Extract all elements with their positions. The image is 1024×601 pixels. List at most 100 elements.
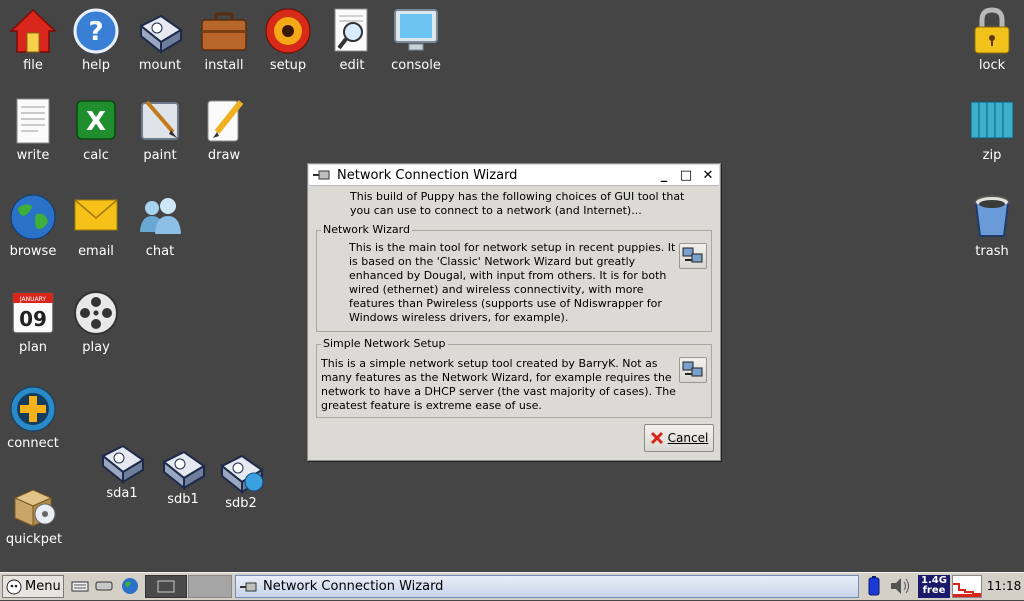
- svg-text:X: X: [86, 107, 106, 137]
- home-icon: [9, 8, 57, 53]
- network-wizard-button[interactable]: [679, 243, 707, 269]
- network-wizard-dialog: Network Connection Wizard _ □ ✕ This bui…: [307, 163, 721, 461]
- drive-icon: [162, 450, 206, 490]
- desktop-icon-plan[interactable]: JANUARY 09 plan: [0, 288, 66, 355]
- svg-text:?: ?: [88, 17, 103, 47]
- desktop-icon-quickpet[interactable]: quickpet: [1, 480, 67, 547]
- taskbar-window-button[interactable]: Network Connection Wizard: [235, 575, 859, 598]
- clock[interactable]: 11:18: [984, 575, 1024, 598]
- desktop-icon-trash[interactable]: trash: [959, 192, 1024, 259]
- simple-setup-description: This is a simple network setup tool crea…: [321, 357, 676, 412]
- memory-free-indicator: 1.4G free: [918, 575, 950, 598]
- tray-battery[interactable]: [866, 575, 882, 598]
- frame-legend: Network Wizard: [321, 223, 412, 236]
- maximize-icon[interactable]: □: [675, 168, 697, 183]
- simple-setup-button[interactable]: [679, 357, 707, 383]
- cancel-x-icon: [650, 431, 663, 445]
- desktop-icon-label: write: [16, 148, 50, 163]
- desktop-icon-label: help: [81, 58, 111, 73]
- desktop-icon-chat[interactable]: chat: [127, 192, 193, 259]
- calendar-icon: JANUARY 09: [12, 292, 54, 334]
- simple-setup-frame: Simple Network Setup This is a simple ne…: [316, 337, 712, 418]
- calendar-day: 09: [19, 307, 47, 331]
- desktop-icon-lock[interactable]: lock: [959, 6, 1024, 73]
- desktop-icon-install[interactable]: install: [191, 6, 257, 73]
- cancel-button[interactable]: Cancel: [644, 424, 714, 452]
- desktop-icon-label: sda1: [106, 486, 138, 501]
- quicklaunch-drive[interactable]: [94, 575, 114, 598]
- desktop-pager-1[interactable]: [145, 575, 187, 598]
- desktop-icon-paint[interactable]: paint: [127, 96, 193, 163]
- desktop-icon-label: sdb1: [167, 492, 199, 507]
- desktop-icon-label: connect: [7, 436, 59, 451]
- taskbar: Menu Network Connection Wizard 1.4G free…: [0, 572, 1024, 600]
- menu-button[interactable]: Menu: [2, 575, 64, 598]
- lock-icon: [974, 7, 1010, 54]
- dialog-title: Network Connection Wizard: [337, 167, 518, 183]
- desktop-icon-calc[interactable]: X calc: [63, 96, 129, 163]
- desktop-icon-label: plan: [18, 340, 48, 355]
- desktop-icon-label: paint: [143, 148, 177, 163]
- cancel-label: Cancel: [667, 431, 709, 445]
- desktop-icon-label: play: [82, 340, 110, 355]
- desktop-icon-write[interactable]: write: [0, 96, 66, 163]
- frame-legend: Simple Network Setup: [321, 337, 448, 350]
- memory-free-label: free: [922, 585, 946, 596]
- people-icon: [140, 198, 181, 234]
- network-wizard-description: This is the main tool for network setup …: [349, 241, 676, 324]
- keyboard-icon: [71, 581, 89, 592]
- desktop-icon-file[interactable]: file: [0, 6, 66, 73]
- spreadsheet-icon: X: [76, 100, 116, 140]
- desktop-icon-label: mount: [138, 58, 182, 73]
- briefcase-icon: [201, 12, 247, 51]
- quicklaunch-browser[interactable]: [120, 575, 140, 598]
- desktop-icon-sdb1[interactable]: sdb1: [150, 446, 216, 507]
- close-icon[interactable]: ✕: [697, 168, 719, 183]
- drive-icon: [139, 14, 183, 55]
- paint-icon: [141, 100, 179, 140]
- desktop-icon-play[interactable]: play: [63, 288, 129, 355]
- desktop-icon-label: lock: [978, 58, 1006, 73]
- battery-icon: [868, 576, 880, 596]
- desktop-icon-sdb2[interactable]: sdb2: [208, 450, 274, 511]
- package-icon: [13, 489, 56, 527]
- desktop-icon-label: sdb2: [225, 496, 257, 511]
- desktop-icon-label: setup: [269, 58, 307, 73]
- network-computers-icon: [682, 247, 703, 263]
- desktop-icon-setup[interactable]: setup: [255, 6, 321, 73]
- taskbar-window-label: Network Connection Wizard: [263, 579, 444, 594]
- desktop-pager-2[interactable]: [188, 575, 232, 598]
- archive-icon: [970, 101, 1014, 139]
- desktop-icon-help[interactable]: ? help: [63, 6, 129, 73]
- network-wizard-frame: Network Wizard This is the main tool for…: [316, 223, 712, 332]
- desktop-icon-email[interactable]: email: [63, 192, 129, 259]
- desktop-icon-sda1[interactable]: sda1: [89, 440, 155, 501]
- desktop-icon-label: file: [23, 58, 43, 73]
- desktop-icon-mount[interactable]: mount: [127, 6, 193, 73]
- monitor-icon: [394, 9, 438, 51]
- film-reel-icon: [74, 291, 118, 335]
- document-search-icon: [334, 8, 368, 52]
- menu-label: Menu: [25, 579, 61, 594]
- desktop-icon-console[interactable]: console: [383, 6, 449, 73]
- help-icon: ?: [73, 8, 119, 54]
- desktop-icon-connect[interactable]: connect: [0, 384, 66, 451]
- quicklaunch-edit[interactable]: [70, 575, 90, 598]
- minimize-icon[interactable]: _: [653, 168, 675, 183]
- drive-icon: [101, 444, 145, 484]
- desktop-icon-draw[interactable]: draw: [191, 96, 257, 163]
- desktop-icon-label: zip: [982, 148, 1002, 163]
- drive-icon: [95, 581, 113, 591]
- desktop-icon-label: quickpet: [5, 532, 63, 547]
- desktop-icon-label: email: [78, 244, 114, 259]
- desktop-icon-label: chat: [145, 244, 175, 259]
- desktop-icon-edit[interactable]: edit: [319, 6, 385, 73]
- tray-volume[interactable]: [888, 575, 912, 598]
- calendar-month: JANUARY: [19, 296, 47, 303]
- trash-icon: [974, 195, 1010, 237]
- desktop-icon-zip[interactable]: zip: [959, 96, 1024, 163]
- connect-icon: [10, 386, 56, 432]
- dialog-titlebar[interactable]: Network Connection Wizard _ □ ✕: [309, 165, 719, 186]
- pencil-icon: [207, 100, 244, 142]
- desktop-icon-browse[interactable]: browse: [0, 192, 66, 259]
